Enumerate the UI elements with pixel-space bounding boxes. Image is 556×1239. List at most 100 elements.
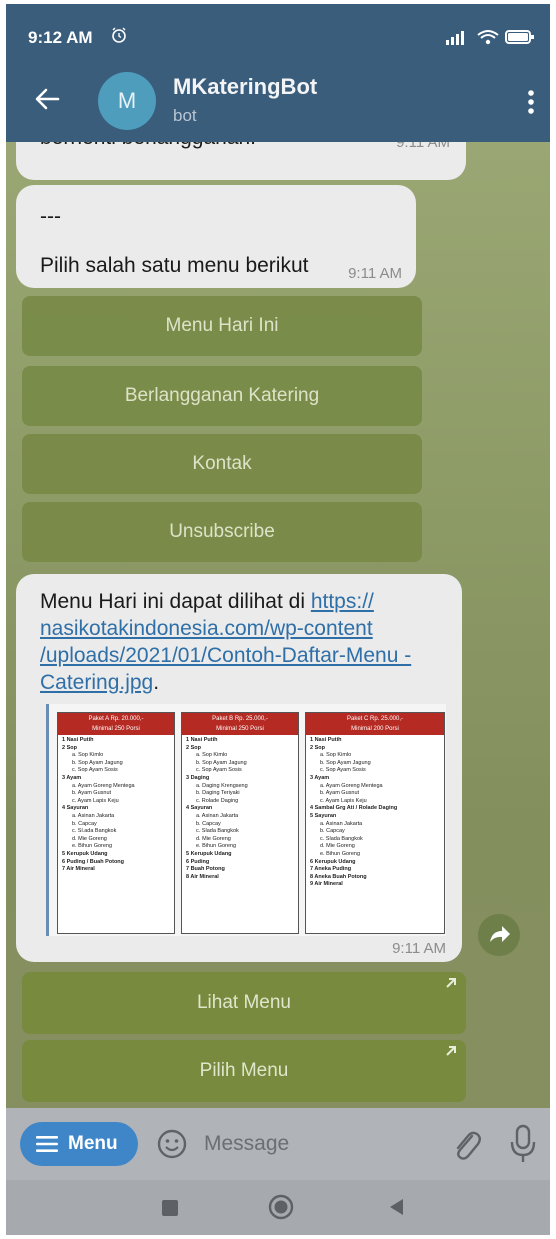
recents-button[interactable]	[162, 1200, 178, 1216]
menu-card-header: Paket B Rp. 25.000,-	[212, 716, 268, 722]
more-vertical-icon[interactable]	[526, 88, 536, 116]
hamburger-icon	[36, 1136, 58, 1152]
menu-card-subheader: Minimal 200 Porsi	[351, 726, 399, 732]
bot-menu-button[interactable]: Menu	[20, 1122, 138, 1166]
message-input[interactable]	[204, 1128, 424, 1160]
message-list[interactable]: berhenti berlangganan. 9:11 AM --- Pilih…	[6, 142, 550, 1108]
chat-subtitle: bot	[173, 106, 197, 125]
menu-item-main: 7 Air Mineral	[62, 866, 95, 873]
menu-card-paket-b: Paket B Rp. 25.000,- Minimal 250 Porsi 1…	[181, 712, 299, 934]
menu-item-sub: c. Slada Bangkok	[320, 835, 363, 842]
message-bubble: Menu Hari ini dapat dilihat di https:// …	[16, 574, 462, 962]
menu-item-sub: a. Asinan Jakarta	[72, 812, 115, 819]
menu-item-sub: a. Sop Kimlo	[196, 752, 228, 759]
menu-card-header: Paket C Rp. 25.000,-	[346, 716, 404, 722]
menu-item-main: 6 Kerupuk Udang	[310, 858, 356, 865]
menu-card-items: 1 Nasi Putih 2 Sop a. Sop Kimlo b. Sop Ayam…	[306, 735, 444, 891]
bot-avatar[interactable]: M	[98, 72, 156, 130]
url-button-label: Lihat Menu	[196, 992, 291, 1013]
menu-card-items: 1 Nasi Putih 2 Sop a. Sop Kimlo b. Sop Ayam…	[58, 735, 174, 876]
menu-item-main: 3 Daging	[186, 774, 210, 781]
menu-item-sub: a. Ayam Goreng Mentega	[320, 782, 383, 789]
menu-item-main: 1 Nasi Putih	[62, 737, 94, 743]
arrow-up-right-icon	[446, 1046, 456, 1056]
back-arrow-icon[interactable]	[32, 84, 62, 114]
message-separator: ---	[40, 205, 61, 228]
menu-item-main: 6 Puding	[186, 858, 210, 865]
menu-item-main: 2 Sop	[310, 744, 325, 751]
menu-item-sub: c. Ayam Lapis Keju	[320, 797, 367, 804]
chat-title[interactable]: MKateringBot	[173, 74, 317, 100]
menu-item-sub: e. Bihun Goreng	[320, 850, 361, 857]
menu-item-main: 3 Ayam	[310, 774, 330, 781]
menu-card-header: Paket A Rp. 20.000,-	[88, 716, 144, 722]
menu-item-main: 6 Puding / Buah Potong	[62, 858, 125, 865]
menu-item-sub: b. Capcay	[72, 820, 97, 827]
url-button-label: Pilih Menu	[199, 1060, 289, 1081]
menu-item-sub: a. Sop Kimlo	[320, 752, 352, 759]
menu-item-sub: a. Asinan Jakarta	[320, 820, 363, 827]
home-button[interactable]	[268, 1194, 294, 1220]
chat-header: M MKateringBot bot	[6, 64, 550, 142]
menu-item-sub: d. Mie Goreng	[320, 843, 355, 850]
status-time: 9:12 AM	[28, 28, 93, 47]
menu-item-main: 4 Sambal Grg Ati / Rolade Daging	[310, 805, 398, 812]
keyboard-button-unsubscribe[interactable]: Unsubscribe	[22, 502, 422, 562]
message-text: Pilih salah satu menu berikut	[40, 254, 309, 277]
keyboard-button-kontak[interactable]: Kontak	[22, 434, 422, 494]
menu-item-main: 8 Air Mineral	[186, 873, 219, 880]
menu-item-sub: b. Daging Teriyaki	[196, 790, 240, 797]
signal-icon	[446, 31, 464, 45]
back-button[interactable]	[388, 1198, 404, 1216]
url-button-pilih-menu[interactable]: Pilih Menu	[22, 1040, 466, 1102]
microphone-icon[interactable]	[510, 1124, 536, 1164]
battery-icon	[505, 30, 534, 44]
menu-item-sub: d. Mie Goreng	[196, 835, 231, 842]
menu-item-main: 5 Kerupuk Udang	[62, 850, 108, 857]
menu-item-sub: b. Sop Ayam Jagung	[72, 759, 123, 766]
emoji-icon[interactable]	[156, 1128, 188, 1160]
menu-card-subheader: Minimal 250 Porsi	[216, 726, 264, 732]
keyboard-button-menu-hari-ini[interactable]: Menu Hari Ini	[22, 296, 422, 356]
menu-item-main: 2 Sop	[186, 744, 201, 751]
menu-item-sub: c. Sop Ayam Sosis	[320, 767, 366, 774]
url-button-lihat-menu[interactable]: Lihat Menu	[22, 972, 466, 1034]
menu-item-main: 4 Sayuran	[186, 805, 213, 812]
alarm-icon	[112, 27, 126, 43]
wifi-icon	[477, 30, 499, 45]
menu-card-paket-c: Paket C Rp. 25.000,- Minimal 200 Porsi 1…	[305, 712, 445, 934]
menu-item-sub: b. Capcay	[196, 820, 221, 827]
menu-item-sub: c. Sop Ayam Sosis	[72, 767, 118, 774]
menu-item-main: 8 Aneka Buah Potong	[310, 873, 367, 880]
paperclip-icon[interactable]	[450, 1126, 482, 1162]
message-text: Menu Hari ini dapat dilihat di https:// …	[40, 588, 450, 696]
share-icon[interactable]	[478, 914, 520, 956]
menu-item-sub: c. Slada Bangkok	[196, 828, 239, 835]
menu-button-label: Menu	[68, 1133, 118, 1154]
menu-item-main: 5 Kerupuk Udang	[186, 850, 232, 857]
system-nav-bar	[6, 1180, 550, 1235]
menu-item-sub: c. Sop Ayam Sosis	[196, 767, 242, 774]
status-icons	[446, 30, 534, 45]
menu-item-main: 1 Nasi Putih	[186, 737, 218, 743]
message-bubble: berhenti berlangganan. 9:11 AM	[16, 142, 466, 180]
menu-card-items: 1 Nasi Putih 2 Sop a. Sop Kimlo b. Sop Ayam…	[182, 735, 298, 883]
message-text-suffix: .	[153, 671, 160, 694]
menu-item-sub: a. Asinan Jakarta	[196, 812, 239, 819]
menu-item-main: 1 Nasi Putih	[310, 737, 342, 743]
message-text: berhenti berlangganan.	[40, 142, 256, 150]
menu-item-main: 2 Sop	[62, 744, 77, 751]
menu-item-main: 9 Air Mineral	[310, 881, 343, 888]
keyboard-button-berlangganan[interactable]: Berlangganan Katering	[22, 366, 422, 426]
message-bubble: --- Pilih salah satu menu berikut 9:11 A…	[16, 185, 416, 288]
message-time: 9:11 AM	[392, 940, 446, 957]
menu-item-main: 3 Ayam	[62, 774, 82, 781]
menu-item-sub: b. Sop Ayam Jagung	[320, 759, 371, 766]
menu-item-main: 4 Sayuran	[62, 805, 89, 812]
menu-card-paket-a: Paket A Rp. 20.000,- Minimal 250 Porsi 1…	[57, 712, 175, 934]
menu-item-sub: c. Ayam Lapis Keju	[72, 797, 119, 804]
link-preview-image[interactable]: Paket A Rp. 20.000,- Minimal 250 Porsi 1…	[46, 704, 446, 936]
menu-item-sub: d. Mie Goreng	[72, 835, 107, 842]
menu-item-sub: a. Daging Krengseng	[196, 782, 248, 789]
menu-item-sub: b. Sop Ayam Jagung	[196, 759, 247, 766]
